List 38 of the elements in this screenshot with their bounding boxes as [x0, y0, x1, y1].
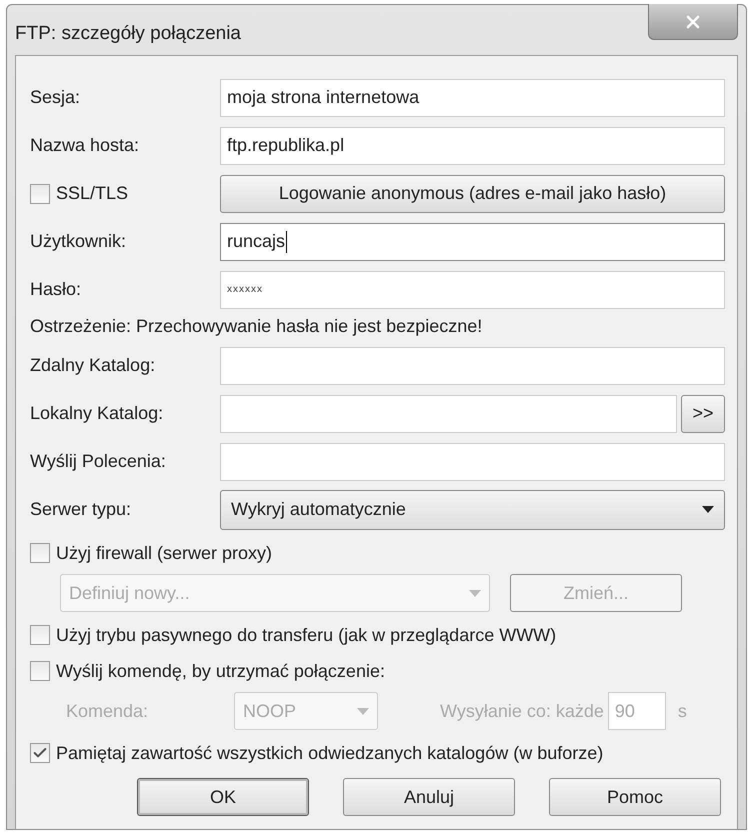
field-label: Użytkownik: [30, 231, 128, 252]
dialog-button[interactable]: OK [137, 778, 309, 816]
command-label: Komenda: [66, 700, 150, 722]
password-field[interactable]: xxxxxx [220, 270, 725, 308]
checkbox-label: Wyślij komendę, by utrzymać połączenie: [56, 660, 385, 682]
field-label: Zdalny Katalog: [30, 355, 156, 376]
dialog-button[interactable]: Pomoc [549, 778, 721, 816]
dropdown-arrow-icon [702, 506, 714, 513]
text-field[interactable] [220, 346, 725, 384]
field-label: Serwer typu: [30, 499, 132, 520]
server-type-dropdown[interactable]: Wykryj automatycznie [220, 490, 725, 530]
checkbox-label: Pamiętaj zawartość wszystkich odwiedzanych katalogów (w buforze) [56, 742, 604, 764]
text-field[interactable] [220, 394, 677, 432]
window-title: FTP: szczegóły połączenia [15, 23, 241, 45]
dialog-button[interactable]: Anuluj [343, 778, 515, 816]
browse-button[interactable]: >> [681, 394, 725, 432]
unit-label: s [678, 700, 687, 722]
checkbox-label: Użyj firewall (serwer proxy) [56, 542, 272, 564]
checkbox[interactable] [30, 184, 50, 204]
checkbox[interactable] [30, 743, 50, 763]
dropdown-arrow-icon [357, 708, 369, 714]
field-label: Hasło: [30, 279, 82, 300]
checkbox[interactable] [30, 625, 50, 645]
text-field[interactable]: runcajs [220, 222, 725, 260]
text-field[interactable]: ftp.republika.pl [220, 126, 725, 164]
field-label: Lokalny Katalog: [30, 403, 164, 424]
warning-text: Ostrzeżenie: Przechowywanie hasła nie jest bezpieczne! [30, 316, 484, 337]
text-field[interactable]: moja strona internetowa [220, 78, 725, 116]
anonymous-login-button[interactable]: Logowanie anonymous (adres e-mail jako hasło) [220, 174, 725, 212]
field-label: Nazwa hosta: [30, 135, 140, 156]
field-label: Wyślij Polecenia: [30, 451, 167, 472]
interval-label: Wysyłanie co: każde [440, 700, 604, 722]
close-button[interactable] [648, 4, 738, 40]
checkbox-label: SSL/TLS [56, 183, 128, 204]
checkbox-label: Użyj trybu pasywnego do transferu (jak w przeglądarce WWW) [56, 624, 556, 646]
text-field[interactable] [220, 442, 725, 480]
field-label: Sesja: [30, 87, 82, 108]
dropdown-arrow-icon [469, 590, 481, 596]
